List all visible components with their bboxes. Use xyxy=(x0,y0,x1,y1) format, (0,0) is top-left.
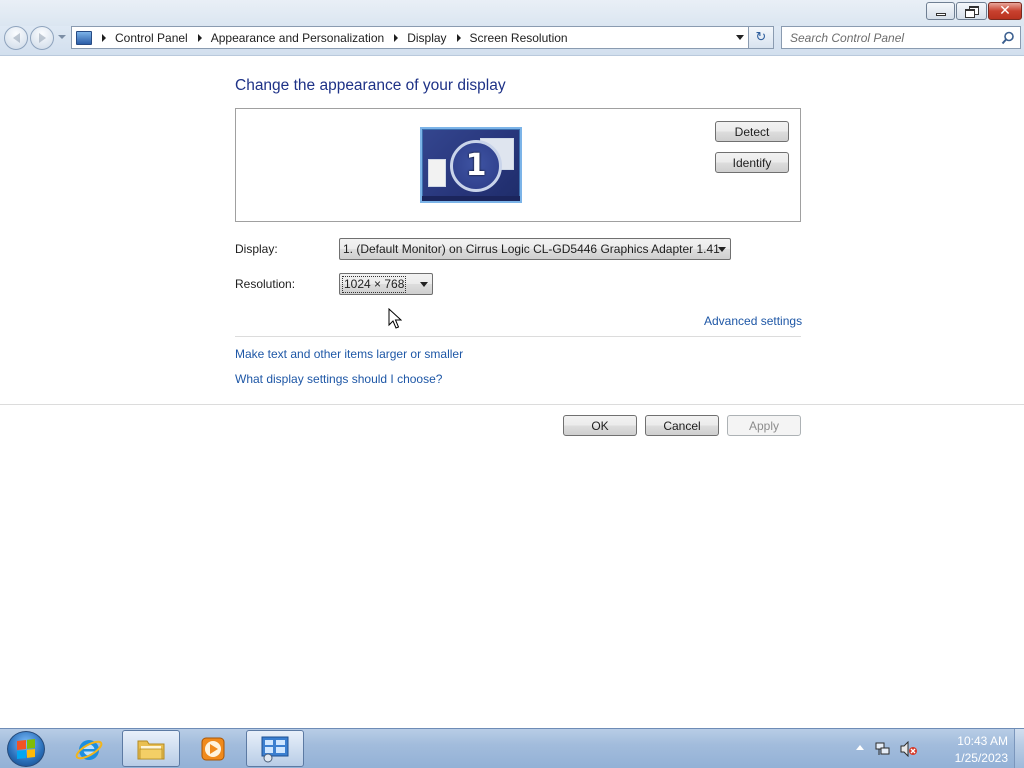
breadcrumb-screen-resolution[interactable]: Screen Resolution xyxy=(470,31,568,45)
chevron-down-icon xyxy=(718,247,726,252)
resolution-select-value: 1024 × 768 xyxy=(342,275,407,293)
resolution-select[interactable]: 1024 × 768 xyxy=(339,273,433,295)
minimize-button[interactable] xyxy=(926,2,955,20)
ok-button[interactable]: OK xyxy=(563,415,637,436)
mini-window-graphic xyxy=(428,159,446,187)
restore-icon xyxy=(965,6,979,18)
monitor-number: 1 xyxy=(465,148,487,183)
control-panel-icon xyxy=(261,736,289,762)
window-title-bar[interactable]: ✕ xyxy=(0,0,1024,26)
taskbar-control-panel[interactable] xyxy=(246,730,304,767)
windows-media-player-icon xyxy=(201,737,225,760)
breadcrumb-display[interactable]: Display xyxy=(407,31,446,45)
volume-muted-icon[interactable] xyxy=(900,741,918,757)
restore-button[interactable] xyxy=(956,2,987,20)
address-history-dropdown-icon[interactable] xyxy=(736,35,744,40)
internet-explorer-icon xyxy=(75,739,103,760)
identify-button[interactable]: Identify xyxy=(715,152,789,173)
monitor-1-thumbnail[interactable]: 1 xyxy=(420,127,522,203)
breadcrumb-control-panel[interactable]: Control Panel xyxy=(115,31,188,45)
breadcrumb-separator[interactable] xyxy=(394,33,399,42)
forward-button[interactable] xyxy=(30,26,54,50)
back-arrow-icon xyxy=(12,33,20,43)
taskbar-windows-explorer[interactable] xyxy=(122,730,180,767)
back-button[interactable] xyxy=(4,26,28,50)
breadcrumb-separator[interactable] xyxy=(102,33,106,42)
close-icon: ✕ xyxy=(999,3,1011,19)
search-box[interactable] xyxy=(781,26,1021,49)
display-select[interactable]: 1. (Default Monitor) on Cirrus Logic CL-… xyxy=(339,238,731,260)
taskbar: 10:43 AM 1/25/2023 xyxy=(0,728,1024,768)
text-size-link[interactable]: Make text and other items larger or smal… xyxy=(235,347,463,361)
display-label: Display: xyxy=(235,242,278,256)
mini-taskbar-graphic xyxy=(422,196,520,201)
display-select-value: 1. (Default Monitor) on Cirrus Logic CL-… xyxy=(343,242,720,256)
address-bar[interactable]: Control Panel Appearance and Personaliza… xyxy=(71,26,749,49)
show-desktop-button[interactable] xyxy=(1014,729,1024,768)
forward-arrow-icon xyxy=(38,33,46,43)
navigation-bar: Control Panel Appearance and Personaliza… xyxy=(0,26,1024,56)
close-button[interactable]: ✕ xyxy=(988,2,1022,20)
clock-time[interactable]: 10:43 AM xyxy=(952,734,1008,748)
recent-pages-dropdown[interactable] xyxy=(58,35,66,39)
show-hidden-icons-button[interactable] xyxy=(856,745,864,750)
advanced-settings-link[interactable]: Advanced settings xyxy=(704,314,802,328)
refresh-icon: ↻ xyxy=(755,30,767,45)
minimize-icon xyxy=(935,12,946,16)
detect-button[interactable]: Detect xyxy=(715,121,789,142)
breadcrumb-separator[interactable] xyxy=(197,33,202,42)
monitor-number-badge: 1 xyxy=(450,140,502,192)
apply-button[interactable]: Apply xyxy=(727,415,801,436)
network-icon[interactable] xyxy=(875,741,891,757)
search-icon[interactable] xyxy=(1001,31,1015,45)
windows-logo-icon xyxy=(17,739,35,759)
clock-date[interactable]: 1/25/2023 xyxy=(952,751,1008,765)
divider xyxy=(0,404,1024,405)
search-input[interactable] xyxy=(790,30,990,45)
mouse-pointer-icon xyxy=(388,308,402,329)
monitor-arrangement-panel: 1 Detect Identify xyxy=(235,108,801,222)
main-content: Change the appearance of your display 1 … xyxy=(0,57,1024,728)
display-help-link[interactable]: What display settings should I choose? xyxy=(235,372,442,386)
windows-explorer-icon xyxy=(137,740,165,759)
breadcrumb-appearance[interactable]: Appearance and Personalization xyxy=(211,31,384,45)
resolution-label: Resolution: xyxy=(235,277,296,291)
cancel-button[interactable]: Cancel xyxy=(645,415,719,436)
control-panel-icon xyxy=(76,30,92,45)
notification-area: 10:43 AM 1/25/2023 xyxy=(854,729,1024,768)
taskbar-windows-media-player[interactable] xyxy=(184,730,242,767)
chevron-down-icon xyxy=(420,282,428,287)
divider xyxy=(235,336,801,337)
start-button[interactable] xyxy=(7,731,45,767)
refresh-button[interactable]: ↻ xyxy=(749,26,774,49)
breadcrumb-separator[interactable] xyxy=(456,33,461,42)
taskbar-internet-explorer[interactable] xyxy=(60,730,118,767)
page-title: Change the appearance of your display xyxy=(235,77,506,94)
